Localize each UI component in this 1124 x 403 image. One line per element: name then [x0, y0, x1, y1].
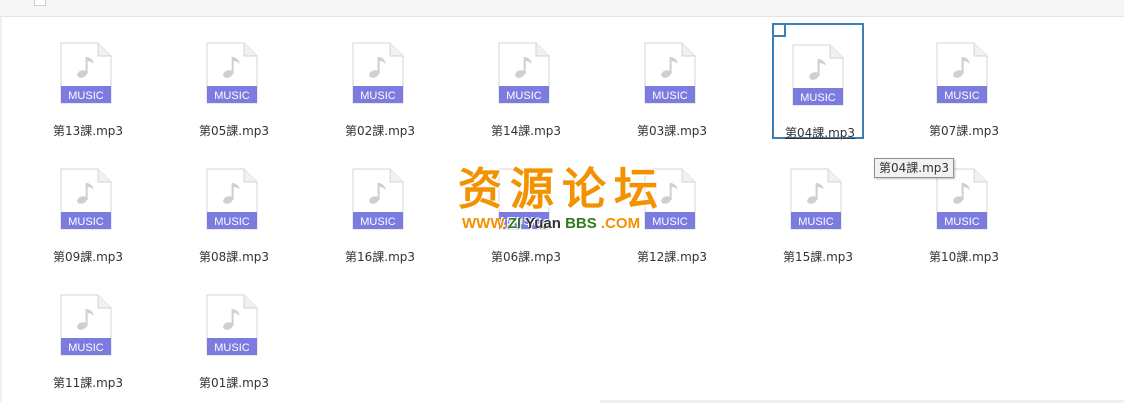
file-name: 第10課.mp3 — [928, 250, 1000, 264]
file-name: 第04課.mp3 — [784, 126, 856, 140]
music-file-icon: MUSIC — [60, 42, 112, 104]
file-item[interactable]: MUSIC 第13課.mp3 — [42, 23, 134, 139]
file-name: 第15課.mp3 — [782, 250, 854, 264]
music-label: MUSIC — [944, 90, 980, 102]
music-label: MUSIC — [506, 216, 542, 228]
music-label: MUSIC — [214, 342, 250, 354]
music-file-icon: MUSIC — [498, 42, 550, 104]
music-file-icon: MUSIC — [936, 42, 988, 104]
file-item[interactable]: MUSIC 第05課.mp3 — [188, 23, 280, 139]
file-name: 第08課.mp3 — [198, 250, 270, 264]
music-label: MUSIC — [214, 90, 250, 102]
music-label: MUSIC — [214, 216, 250, 228]
file-name: 第14課.mp3 — [490, 124, 562, 138]
music-file-icon: MUSIC — [60, 294, 112, 356]
file-name: 第11課.mp3 — [52, 376, 124, 390]
file-item[interactable]: MUSIC 第08課.mp3 — [188, 149, 280, 265]
selection-checkbox[interactable] — [772, 23, 786, 37]
file-name: 第12課.mp3 — [636, 250, 708, 264]
music-label: MUSIC — [652, 216, 688, 228]
file-item[interactable]: MUSIC 第15課.mp3 — [772, 149, 864, 265]
file-name: 第01課.mp3 — [198, 376, 270, 390]
music-file-icon: MUSIC — [60, 168, 112, 230]
music-label: MUSIC — [800, 92, 836, 104]
file-item[interactable]: MUSIC 第09課.mp3 — [42, 149, 134, 265]
file-item[interactable]: MUSIC 第16課.mp3 — [334, 149, 426, 265]
music-file-icon: MUSIC — [206, 42, 258, 104]
music-file-icon: MUSIC — [206, 294, 258, 356]
file-name: 第02課.mp3 — [344, 124, 416, 138]
music-label: MUSIC — [506, 90, 542, 102]
music-file-icon: MUSIC — [352, 168, 404, 230]
file-item[interactable]: MUSIC 第11課.mp3 — [42, 275, 134, 391]
music-label: MUSIC — [68, 90, 104, 102]
file-tooltip: 第04課.mp3 — [874, 158, 955, 178]
music-file-icon: MUSIC — [352, 42, 404, 104]
music-label: MUSIC — [652, 90, 688, 102]
file-name: 第07課.mp3 — [928, 124, 1000, 138]
file-item[interactable]: MUSIC 第04課.mp3 — [772, 23, 864, 140]
music-label: MUSIC — [68, 216, 104, 228]
file-item[interactable]: MUSIC 第14課.mp3 — [480, 23, 572, 139]
music-file-icon: MUSIC — [206, 168, 258, 230]
file-item[interactable]: MUSIC 第01課.mp3 — [188, 275, 280, 391]
music-file-icon: MUSIC — [790, 168, 842, 230]
music-file-icon: MUSIC — [644, 168, 696, 230]
music-label: MUSIC — [798, 216, 834, 228]
file-name: 第13課.mp3 — [52, 124, 124, 138]
file-item[interactable]: MUSIC 第07課.mp3 — [918, 23, 1010, 139]
file-name: 第09課.mp3 — [52, 250, 124, 264]
music-label: MUSIC — [68, 342, 104, 354]
music-file-icon: MUSIC — [792, 44, 844, 106]
file-name: 第06課.mp3 — [490, 250, 562, 264]
music-label: MUSIC — [360, 216, 396, 228]
music-file-icon: MUSIC — [498, 168, 550, 230]
music-file-icon: MUSIC — [644, 42, 696, 104]
file-item[interactable]: MUSIC 第12課.mp3 — [626, 149, 718, 265]
music-label: MUSIC — [944, 216, 980, 228]
file-item[interactable]: MUSIC 第02課.mp3 — [334, 23, 426, 139]
file-name: 第16課.mp3 — [344, 250, 416, 264]
file-item[interactable]: MUSIC 第03課.mp3 — [626, 23, 718, 139]
file-name: 第03課.mp3 — [636, 124, 708, 138]
music-label: MUSIC — [360, 90, 396, 102]
file-name: 第05課.mp3 — [198, 124, 270, 138]
file-grid: MUSIC 第13課.mp3 MUSIC 第05課.mp3 MUSIC 第02課.mp3 M… — [0, 0, 1124, 403]
file-item[interactable]: MUSIC 第06課.mp3 — [480, 149, 572, 265]
